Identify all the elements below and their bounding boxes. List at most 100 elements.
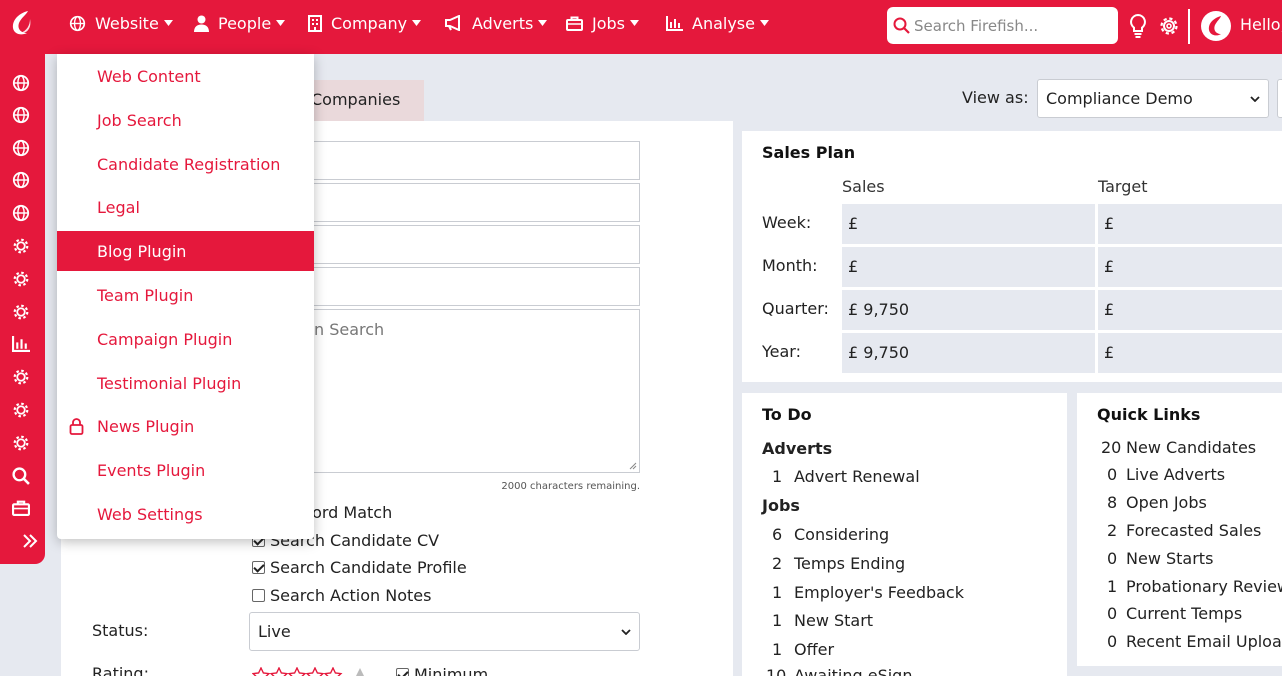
todo-title: To Do <box>762 405 812 424</box>
globe-icon[interactable] <box>12 139 30 157</box>
tab-companies[interactable]: Companies <box>305 80 424 121</box>
todo-item[interactable]: 10 Awaiting eSign <box>766 666 912 676</box>
rating-stars[interactable] <box>252 667 366 676</box>
todo-item[interactable]: 1 Offer <box>772 640 834 659</box>
quick-link[interactable]: 8 Open Jobs <box>1107 493 1207 512</box>
todo-label: Considering <box>794 525 890 544</box>
view-as-select[interactable]: Compliance Demo <box>1037 79 1269 118</box>
menu-item-job-search[interactable]: Job Search <box>57 100 314 140</box>
menu-item-events-plugin[interactable]: Events Plugin <box>57 450 314 490</box>
quick-link-label: Open Jobs <box>1126 493 1207 512</box>
status-select[interactable]: Live <box>249 612 640 651</box>
sales-year-value: £ 9,750 <box>842 333 1095 373</box>
quick-link-label: New Candidates <box>1126 438 1257 457</box>
todo-item[interactable]: 2 Temps Ending <box>772 554 905 573</box>
globe-icon[interactable] <box>12 74 30 92</box>
option-label: Search Candidate Profile <box>270 558 467 577</box>
quick-link-label: Recent Email Uploads <box>1126 632 1282 651</box>
quick-link[interactable]: 20 New Candidates <box>1101 438 1256 457</box>
text-field[interactable] <box>303 183 640 222</box>
quick-link-count: 0 <box>1107 549 1118 568</box>
chevron-down-icon <box>621 628 631 635</box>
text-field[interactable] <box>303 225 640 264</box>
menu-item-testimonial-plugin[interactable]: Testimonial Plugin <box>57 363 314 403</box>
quick-link-count: 0 <box>1107 604 1118 623</box>
gear-icon[interactable] <box>12 237 30 255</box>
todo-item[interactable]: 6 Considering <box>772 525 889 544</box>
nav-company[interactable]: Company <box>308 0 422 46</box>
menu-item-team-plugin[interactable]: Team Plugin <box>57 275 314 315</box>
globe-icon[interactable] <box>12 171 30 189</box>
quick-link[interactable]: 1 Probationary Reviews <box>1107 577 1282 596</box>
quick-link[interactable]: 0 Current Temps <box>1107 604 1242 623</box>
gear-icon[interactable] <box>12 401 30 419</box>
checkbox[interactable] <box>396 668 409 676</box>
gear-icon[interactable] <box>1157 14 1181 38</box>
menu-item-legal[interactable]: Legal <box>57 187 314 227</box>
quick-link-count: 8 <box>1107 493 1118 512</box>
nav-adverts[interactable]: Adverts <box>445 0 548 46</box>
menu-item-candidate-registration[interactable]: Candidate Registration <box>57 144 314 184</box>
checkbox[interactable] <box>252 589 265 602</box>
todo-count: 6 <box>772 525 783 544</box>
menu-item-web-content[interactable]: Web Content <box>57 56 314 96</box>
target-month-value: £ <box>1098 247 1282 287</box>
checkbox[interactable] <box>252 561 265 574</box>
caret-down-icon <box>276 20 286 26</box>
search-icon[interactable] <box>12 467 30 485</box>
text-field[interactable] <box>303 267 640 306</box>
sales-row-label: Month: <box>762 256 818 275</box>
option-minimum[interactable]: Minimum <box>396 665 488 676</box>
quick-link[interactable]: 0 New Starts <box>1107 549 1213 568</box>
caret-down-icon <box>630 20 639 26</box>
option-search-notes[interactable]: Search Action Notes <box>252 586 431 605</box>
todo-item[interactable]: 1 Employer's Feedback <box>772 583 964 602</box>
lightbulb-icon[interactable] <box>1128 13 1148 39</box>
nav-jobs-label: Jobs <box>592 13 625 33</box>
text-field[interactable] <box>303 141 640 180</box>
search-textarea[interactable]: n Search <box>303 309 640 473</box>
global-search-input[interactable] <box>914 16 1114 35</box>
firefish-logo[interactable] <box>8 9 36 37</box>
gear-icon[interactable] <box>12 270 30 288</box>
todo-item[interactable]: 1 Advert Renewal <box>772 467 920 486</box>
nav-website[interactable]: Website <box>69 0 173 46</box>
clear-rating-icon[interactable] <box>354 667 366 676</box>
todo-count: 1 <box>772 611 783 630</box>
star-icons[interactable] <box>252 667 344 676</box>
quick-link[interactable]: 0 Recent Email Uploads <box>1107 632 1282 651</box>
nav-jobs[interactable]: Jobs <box>566 0 639 46</box>
globe-icon[interactable] <box>12 106 30 124</box>
gear-icon[interactable] <box>12 434 30 452</box>
sales-month-value: £ <box>842 247 1095 287</box>
expand-icon[interactable] <box>22 533 38 549</box>
quick-link-count: 0 <box>1107 465 1118 484</box>
menu-item-blog-plugin[interactable]: Blog Plugin <box>57 231 314 271</box>
bar-chart-icon[interactable] <box>12 335 30 353</box>
gear-icon[interactable] <box>12 303 30 321</box>
sales-row-label: Quarter: <box>762 299 829 318</box>
nav-analyse[interactable]: Analyse <box>666 0 769 46</box>
todo-item[interactable]: 1 New Start <box>772 611 873 630</box>
option-search-profile[interactable]: Search Candidate Profile <box>252 558 467 577</box>
nav-people[interactable]: People <box>194 0 286 46</box>
menu-item-campaign-plugin[interactable]: Campaign Plugin <box>57 319 314 359</box>
globe-icon[interactable] <box>12 204 30 222</box>
briefcase-icon[interactable] <box>12 499 30 517</box>
quick-link[interactable]: 2 Forecasted Sales <box>1107 521 1261 540</box>
option-label: Minimum <box>414 665 489 676</box>
search-icon <box>893 17 910 34</box>
sales-column-header: Sales <box>842 177 885 196</box>
avatar[interactable] <box>1199 9 1233 43</box>
resize-handle-icon[interactable] <box>629 462 637 470</box>
menu-item-web-settings[interactable]: Web Settings <box>57 494 314 534</box>
quick-link-count: 20 <box>1101 438 1122 457</box>
tab-companies-label: Companies <box>311 90 401 109</box>
menu-item-news-plugin[interactable]: News Plugin <box>57 406 314 446</box>
gear-icon[interactable] <box>12 368 30 386</box>
global-search[interactable] <box>887 7 1118 44</box>
sales-row-label: Week: <box>762 213 812 232</box>
quick-link[interactable]: 0 Live Adverts <box>1107 465 1225 484</box>
secondary-select[interactable] <box>1277 79 1282 118</box>
menu-item-label: News Plugin <box>97 417 195 436</box>
